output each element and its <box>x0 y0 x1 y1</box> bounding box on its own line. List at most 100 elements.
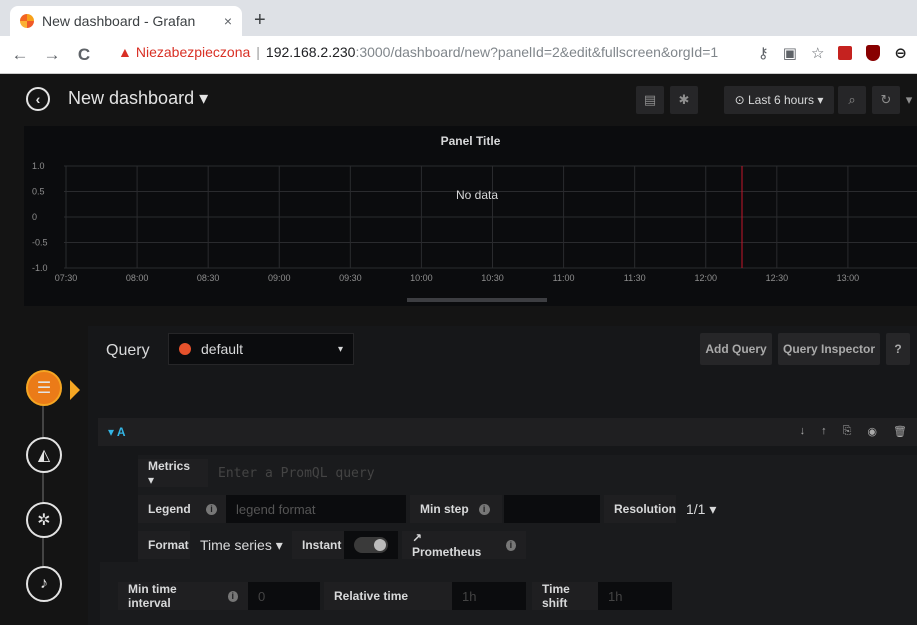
duplicate-icon[interactable]: ⎘ <box>843 425 852 438</box>
refresh-icon[interactable]: ↻ <box>872 86 900 114</box>
dashboard-title[interactable]: New dashboard ▾ <box>68 88 208 109</box>
y-tick-label: -0.5 <box>32 238 48 248</box>
prometheus-link-text: ↗ Prometheus <box>412 531 482 559</box>
url-field[interactable]: ▲ Niezabezpieczona | 192.168.2.230:3000/das… <box>118 44 718 60</box>
key-icon[interactable]: ⚷ <box>758 44 769 62</box>
general-tab-gear-icon[interactable]: ✲ <box>26 502 62 538</box>
instant-label: Instant <box>292 531 344 559</box>
relative-time-input[interactable]: 1h <box>452 582 526 610</box>
refresh-interval-caret-icon[interactable]: ▾ <box>902 86 916 114</box>
min-step-input[interactable] <box>504 495 600 523</box>
x-tick-label: 07:30 <box>55 273 78 283</box>
legend-info-icon: i <box>200 495 226 523</box>
x-tick-label: 11:30 <box>624 273 646 283</box>
info-icon: i <box>206 503 217 515</box>
url-path: :3000/dashboard/new?panelId=2&edit&fulls… <box>355 44 719 60</box>
legend-label: Legend <box>138 495 200 523</box>
y-tick-label: -1.0 <box>32 263 48 273</box>
format-select[interactable]: Time series ▾ <box>200 531 283 559</box>
info-icon: i <box>227 590 238 602</box>
x-tick-label: 12:00 <box>694 273 717 283</box>
alert-tab-bell-icon[interactable]: ♪ <box>26 566 62 602</box>
reload-icon[interactable]: C <box>72 45 96 65</box>
x-tick-label: 13:00 <box>837 273 860 283</box>
y-tick-label: 0 <box>32 212 37 222</box>
insecure-label: Niezabezpieczona <box>135 44 251 60</box>
no-data-message: No data <box>456 188 499 202</box>
resolution-label: Resolution <box>604 495 676 523</box>
help-button[interactable]: ? <box>886 333 910 365</box>
move-down-icon[interactable]: ↓ <box>800 425 806 438</box>
extension-icons: ⚷ ▣ ☆ ⊖ <box>758 44 907 62</box>
min-step-label-text: Min step <box>420 502 469 516</box>
info-icon: i <box>505 539 516 551</box>
x-tick-label: 08:30 <box>197 273 220 283</box>
url-host: 192.168.2.230 <box>265 44 356 60</box>
star-icon[interactable]: ☆ <box>811 44 824 62</box>
graph-chart: 1.0 0.5 0 -0.5 -1.0 07:30 08:00 08:30 09:00 09:30… <box>32 161 917 302</box>
prometheus-icon <box>179 343 191 355</box>
relative-time-label: Relative time <box>324 582 452 610</box>
account-icon[interactable]: ⊖ <box>894 44 907 62</box>
x-tick-label: 10:30 <box>481 273 504 283</box>
query-options-row: Min time interval i 0 Relative time 1h Ti… <box>100 562 917 625</box>
x-tick-label: 10:00 <box>410 273 433 283</box>
min-time-interval-label: Min time interval i <box>118 582 248 610</box>
metrics-dropdown[interactable]: Metrics ▾ <box>138 459 208 487</box>
translate-icon[interactable]: ▣ <box>783 44 797 62</box>
settings-gear-icon[interactable]: ✱ <box>670 86 698 114</box>
grafana-favicon-icon <box>20 14 34 28</box>
queries-tab-database-icon[interactable]: ☰ <box>26 370 62 406</box>
active-tab-arrow-icon <box>70 380 80 400</box>
promql-input[interactable]: Enter a PromQL query <box>208 459 917 487</box>
resolution-select[interactable]: 1/1 ▾ <box>686 495 716 523</box>
add-query-button[interactable]: Add Query <box>700 333 772 365</box>
min-time-interval-label-text: Min time interval <box>128 582 177 610</box>
time-shift-label: Time shift <box>532 582 598 610</box>
tab-title: New dashboard - Grafan <box>42 13 196 29</box>
panel-title[interactable]: Panel Title <box>24 134 917 148</box>
x-tick-label: 09:30 <box>339 273 362 283</box>
y-tick-label: 1.0 <box>32 161 45 171</box>
x-tick-label: 08:00 <box>126 273 149 283</box>
eye-icon[interactable]: ◉ <box>867 425 877 438</box>
datasource-select[interactable]: default ▾ <box>168 333 354 365</box>
move-up-icon[interactable]: ↑ <box>821 425 827 438</box>
legend-format-input[interactable]: legend format <box>226 495 406 523</box>
tab-close-icon[interactable]: × <box>224 13 232 29</box>
new-tab-button[interactable]: + <box>254 9 266 32</box>
chevron-down-icon: ▾ <box>337 343 343 355</box>
editor-tabs-line <box>42 384 44 584</box>
browser-tab[interactable]: New dashboard - Grafan × <box>10 6 242 36</box>
instant-toggle[interactable] <box>354 537 388 553</box>
save-icon[interactable]: ▤ <box>636 86 664 114</box>
browser-tab-bar: New dashboard - Grafan × + <box>0 0 917 36</box>
warning-icon: ▲ <box>118 44 132 60</box>
address-bar: ← → C ▲ Niezabezpieczona | 192.168.2.230:30… <box>0 36 917 74</box>
query-row-header: ▾ A ↓ ↑ ⎘ ◉ 🗑 <box>98 418 917 446</box>
datasource-name: default <box>201 341 244 357</box>
time-picker-button[interactable]: ⊙ Last 6 hours ▾ <box>724 86 834 114</box>
query-row-toggle[interactable]: ▾ A <box>108 425 126 439</box>
visualization-tab-chart-icon[interactable]: ◭ <box>26 437 62 473</box>
query-inspector-button[interactable]: Query Inspector <box>778 333 880 365</box>
grafana-navbar: ‹ New dashboard ▾ ▤ ✱ ⊙ Last 6 hours ▾ ⌕… <box>0 74 917 126</box>
x-tick-label: 11:00 <box>553 273 575 283</box>
graph-panel: 1.0 0.5 0 -0.5 -1.0 07:30 08:00 08:30 09:00 09:30… <box>24 126 917 306</box>
panel-resize-handle[interactable] <box>407 298 547 302</box>
back-to-dashboard-icon[interactable]: ‹ <box>26 87 50 111</box>
back-arrow-icon[interactable]: ← <box>8 45 32 65</box>
x-tick-label: 12:30 <box>766 273 789 283</box>
format-label: Format <box>138 531 190 559</box>
forward-arrow-icon[interactable]: → <box>40 45 64 65</box>
trash-icon[interactable]: 🗑 <box>893 425 907 438</box>
url-separator: | <box>256 44 260 60</box>
y-tick-label: 0.5 <box>32 187 45 197</box>
time-shift-input[interactable]: 1h <box>598 582 672 610</box>
prometheus-link[interactable]: ↗ Prometheus i <box>402 531 526 559</box>
min-time-interval-input[interactable]: 0 <box>248 582 320 610</box>
extension-icon[interactable] <box>838 46 853 60</box>
query-row-actions: ↓ ↑ ⎘ ◉ 🗑 <box>800 425 907 438</box>
ublock-icon[interactable] <box>866 45 881 61</box>
zoom-out-icon[interactable]: ⌕ <box>838 86 866 114</box>
